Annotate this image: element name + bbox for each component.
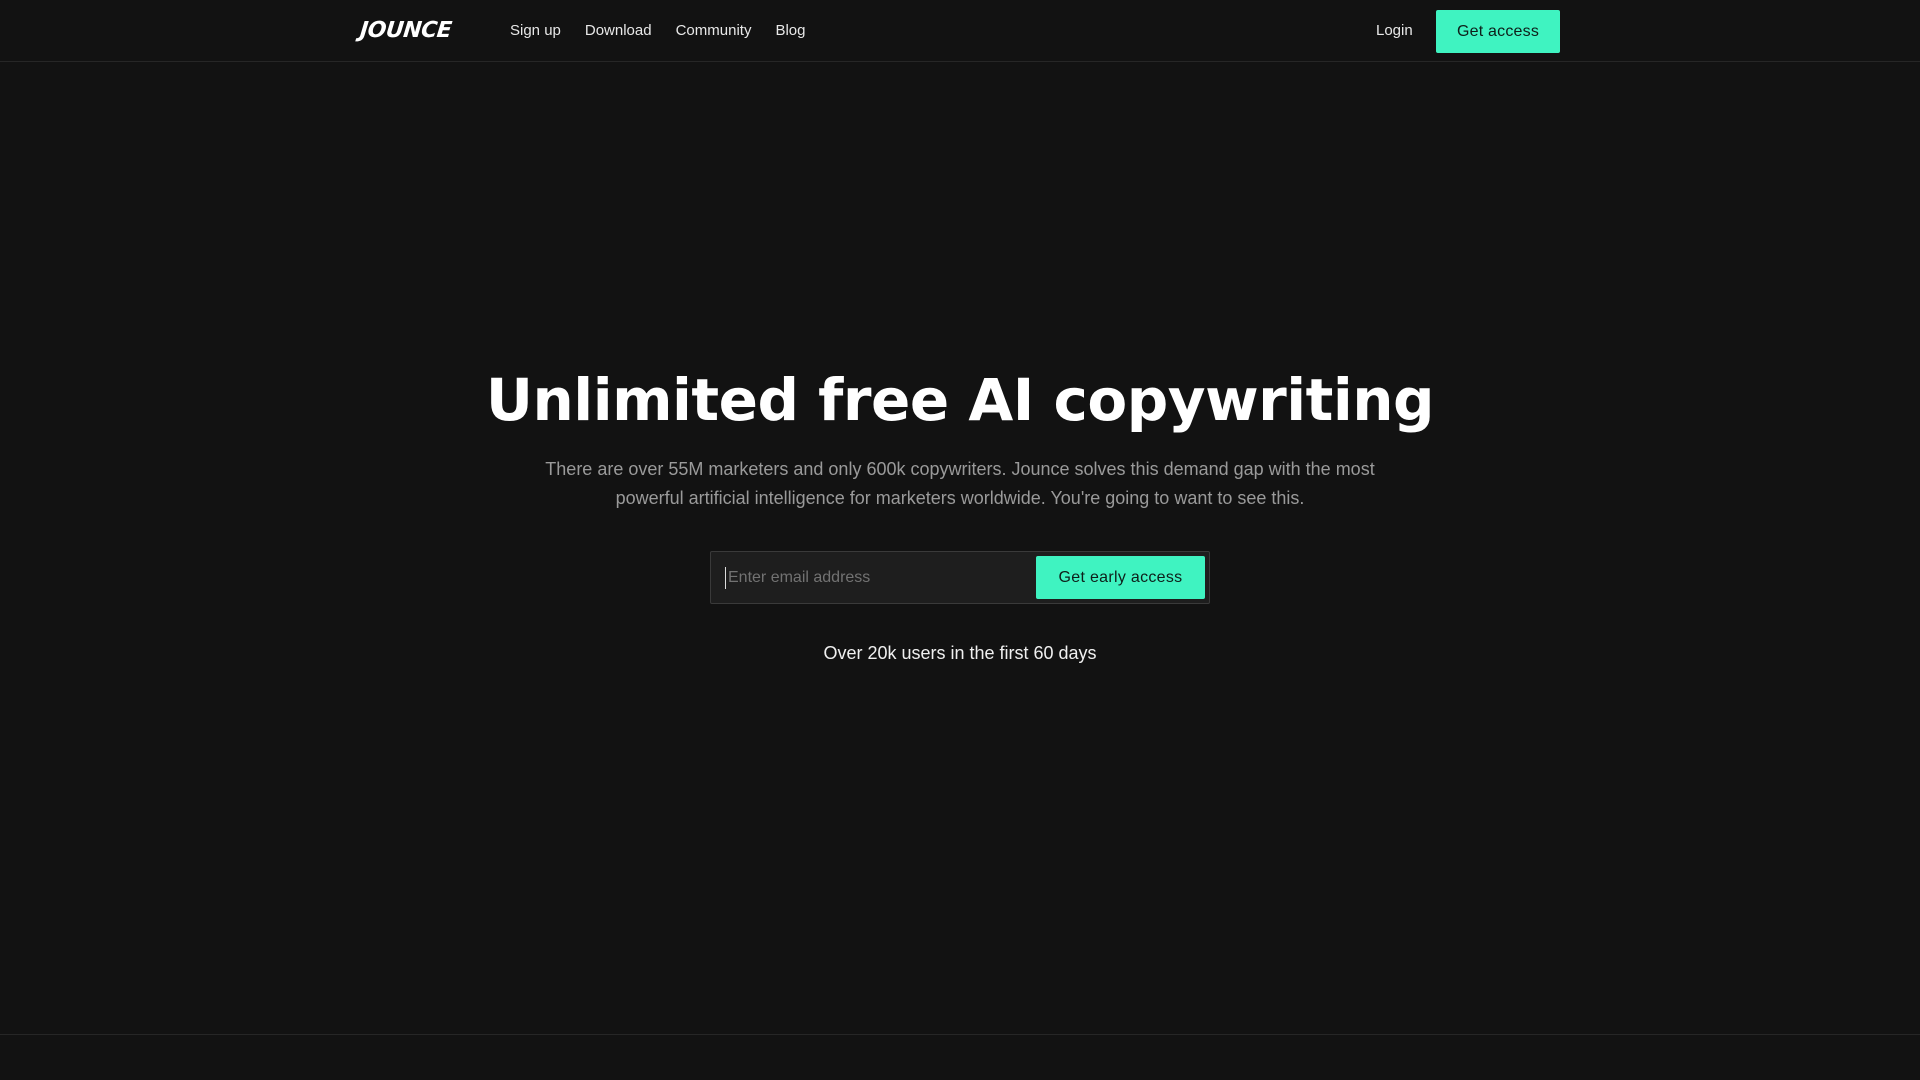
jounce-logo[interactable]: JOUNCE xyxy=(359,18,453,44)
hero-title: Unlimited free AI copywriting xyxy=(485,366,1435,434)
social-proof-text: Over 20k users in the first 60 days xyxy=(823,643,1097,663)
nav-link-download[interactable]: Download xyxy=(585,0,652,62)
login-link[interactable]: Login xyxy=(1376,0,1413,62)
nav-link-sign-up[interactable]: Sign up xyxy=(510,0,561,62)
nav-link-community[interactable]: Community xyxy=(676,0,752,62)
get-access-button[interactable]: Get access xyxy=(1436,10,1560,53)
hero-subtitle: There are over 55M marketers and only 60… xyxy=(545,459,1375,508)
get-early-access-button[interactable]: Get early access xyxy=(1036,556,1205,599)
top-navigation-bar: JOUNCE Sign up Download Community Blog L… xyxy=(0,0,1920,62)
email-signup-form: Get early access xyxy=(710,551,1210,604)
nav-link-blog[interactable]: Blog xyxy=(775,0,805,62)
section-divider xyxy=(0,1034,1920,1035)
email-input[interactable] xyxy=(725,567,1021,589)
main-nav: Sign up Download Community Blog xyxy=(510,0,829,62)
